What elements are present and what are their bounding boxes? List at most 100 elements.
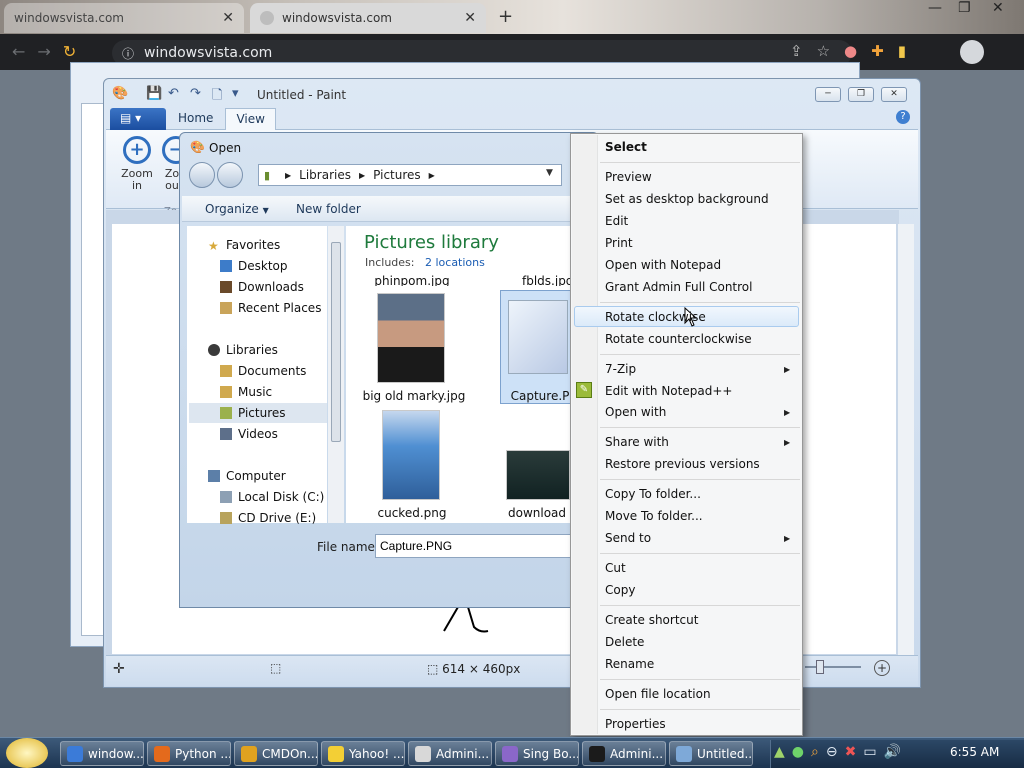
zoom-slider-track[interactable] (805, 666, 861, 668)
menu-item[interactable]: Open with Notepad (605, 258, 721, 272)
file-item[interactable]: phinpom.jpg (372, 274, 452, 286)
menu-item[interactable]: Preview (605, 170, 652, 184)
menu-item[interactable]: Send to (605, 531, 651, 545)
file-thumbnail[interactable] (382, 410, 440, 500)
locations-link[interactable]: 2 locations (425, 256, 485, 269)
menu-item[interactable]: Open with (605, 405, 666, 419)
menu-item[interactable]: Print (605, 236, 633, 250)
menu-item[interactable]: Rotate clockwise (605, 310, 706, 324)
nav-libraries[interactable]: Libraries (208, 343, 278, 357)
browser-tab[interactable]: windowsvista.com ✕ (4, 3, 244, 33)
help-icon[interactable]: ? (896, 110, 910, 124)
file-item[interactable]: Capture.P (508, 389, 572, 403)
avatar[interactable] (960, 40, 984, 64)
cursor-icon[interactable]: ▲ (774, 744, 792, 760)
taskbar-button[interactable]: Yahoo! ... (321, 741, 405, 766)
new-icon[interactable]: 🗋 (212, 86, 222, 108)
taskbar-button[interactable]: Sing Bo... (495, 741, 579, 766)
taskbar-button[interactable]: Admini... (582, 741, 666, 766)
menu-item[interactable]: Open file location (605, 687, 711, 701)
vertical-scrollbar[interactable] (898, 224, 914, 655)
nav-item-local-disk[interactable]: Local Disk (C:) (220, 490, 324, 504)
chevron-down-icon[interactable]: ▼ (546, 168, 553, 178)
volume-icon[interactable]: 🔊 (884, 744, 908, 760)
file-item[interactable]: big old marky.jpg (362, 389, 466, 403)
menu-item[interactable]: Copy To folder... (605, 487, 701, 501)
nav-item-documents[interactable]: Documents (220, 364, 306, 378)
file-thumbnail[interactable] (508, 300, 568, 374)
nav-item-pictures[interactable]: Pictures (220, 406, 286, 420)
share-icon[interactable]: ⇪ (790, 42, 817, 60)
menu-item[interactable]: Properties (605, 717, 666, 731)
file-thumbnail[interactable] (377, 293, 445, 383)
menu-item[interactable]: Edit with Notepad++ (605, 384, 732, 398)
menu-item[interactable]: Delete (605, 635, 644, 649)
taskbar-button[interactable]: window... (60, 741, 144, 766)
forward-icon[interactable]: → (37, 42, 62, 61)
nav-item-music[interactable]: Music (220, 385, 272, 399)
nav-favorites[interactable]: ★ Favorites (208, 238, 280, 253)
undo-icon[interactable]: ↶ (168, 86, 179, 101)
file-item[interactable]: cucked.png (372, 506, 452, 520)
zoom-plus-icon[interactable]: + (874, 660, 890, 676)
menu-item[interactable]: Copy (605, 583, 635, 597)
file-item[interactable]: fblds.jpg (522, 274, 572, 286)
menu-item[interactable]: Share with (605, 435, 669, 449)
restore-icon[interactable]: ❐ (958, 0, 971, 16)
menu-item[interactable]: Set as desktop background (605, 192, 769, 206)
tab-home[interactable]: Home (168, 108, 223, 130)
info-icon[interactable]: ⓘ (122, 45, 134, 62)
minimize-button[interactable]: ─ (815, 87, 841, 102)
close-icon[interactable]: ✕ (992, 0, 1004, 16)
nav-item-cd-drive[interactable]: CD Drive (E:) (220, 511, 316, 525)
zoom-slider-thumb[interactable] (816, 660, 824, 674)
nav-computer[interactable]: Computer (208, 469, 286, 483)
breadcrumb-item[interactable]: Pictures (373, 168, 421, 182)
network-icon[interactable]: ✖ (845, 744, 864, 760)
minus-icon[interactable]: ⊖ (826, 744, 845, 760)
nav-item-desktop[interactable]: Desktop (220, 259, 288, 273)
file-item[interactable]: download (508, 506, 572, 520)
menu-item[interactable]: Edit (605, 214, 628, 228)
tab-view[interactable]: View (225, 108, 276, 130)
menu-item[interactable]: Rotate counterclockwise (605, 332, 752, 346)
onedrive-icon[interactable]: ● (792, 744, 811, 760)
menu-item[interactable]: Select (605, 140, 647, 154)
breadcrumb-item[interactable]: Libraries (299, 168, 351, 182)
paint-menu-button[interactable]: ▤ ▾ (110, 108, 166, 130)
taskbar-button[interactable]: Untitled... (669, 741, 753, 766)
nav-item-downloads[interactable]: Downloads (220, 280, 304, 294)
organize-button[interactable]: Organize ▼ (205, 202, 269, 216)
close-icon[interactable]: ✕ (222, 10, 234, 26)
taskbar-button[interactable]: CMDOn... (234, 741, 318, 766)
file-name-input[interactable] (375, 534, 571, 558)
back-icon[interactable] (189, 162, 215, 188)
new-tab-button[interactable]: + (498, 6, 513, 27)
zoom-in-button[interactable]: + Zoom in (118, 136, 156, 192)
forward-icon[interactable] (217, 162, 243, 188)
reload-icon[interactable]: ↻ (63, 42, 88, 61)
flag-icon[interactable]: ● (844, 42, 871, 60)
close-button[interactable]: ✕ (881, 87, 907, 102)
minimize-icon[interactable]: — (928, 0, 942, 16)
new-folder-button[interactable]: New folder (296, 202, 361, 216)
nav-scrollbar-thumb[interactable] (331, 242, 341, 442)
start-button[interactable] (6, 738, 48, 768)
menu-item[interactable]: Rename (605, 657, 654, 671)
menu-item[interactable]: Grant Admin Full Control (605, 280, 752, 294)
nav-item-videos[interactable]: Videos (220, 427, 278, 441)
browser-tab[interactable]: windowsvista.com ✕ (250, 3, 486, 33)
clock[interactable]: 6:55 AM (950, 745, 999, 759)
star-icon[interactable]: ☆ (817, 42, 844, 60)
breadcrumb[interactable]: ▮ ▶ Libraries ▶ Pictures ▶ (258, 164, 562, 186)
menu-item[interactable]: Restore previous versions (605, 457, 760, 471)
back-icon[interactable]: ← (12, 42, 37, 61)
menu-item[interactable]: Cut (605, 561, 626, 575)
save-icon[interactable]: 💾 (146, 86, 162, 101)
menu-item[interactable]: Create shortcut (605, 613, 698, 627)
search-icon[interactable]: ⌕ (811, 744, 826, 760)
puzzle-icon[interactable]: ✚ (871, 42, 898, 60)
close-icon[interactable]: ✕ (464, 10, 476, 26)
chevron-down-icon[interactable]: ▾ (232, 86, 239, 101)
file-thumbnail[interactable] (506, 450, 570, 500)
